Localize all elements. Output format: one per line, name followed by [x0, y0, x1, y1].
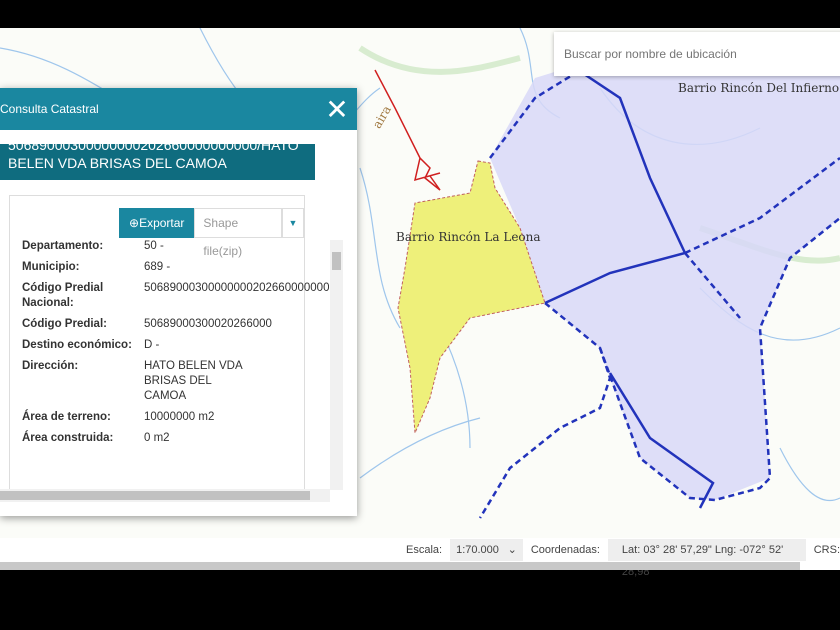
map-label-rincon-del-infierno: Barrio Rincón Del Infierno: [678, 81, 840, 95]
scale-value: 1:70.000: [456, 544, 499, 556]
page-horizontal-scrollbar[interactable]: [0, 562, 840, 570]
panel-header: Consulta Catastral ✕: [0, 88, 357, 130]
row-departamento: Departamento: 50 -: [22, 240, 164, 252]
coords-label: Coordenadas:: [530, 544, 600, 556]
parcel-banner: 50689000300000000202660000000000/HATO BE…: [0, 144, 315, 180]
coords-value: Lat: 03° 28' 57,29" Lng: -072° 52' 28,98…: [607, 539, 806, 578]
banner-line-1: 50689000300000000202660000000000/HATO: [8, 144, 299, 153]
plus-circle-icon: ⊕: [129, 216, 140, 230]
row-destino: Destino económico: D -: [22, 339, 160, 351]
export-label: Exportar: [139, 216, 185, 230]
row-municipio: Municipio: 689 -: [22, 261, 171, 273]
format-select[interactable]: Shape file(zip): [194, 208, 283, 258]
cadastral-query-panel: Consulta Catastral ✕ 5068900030000000020…: [0, 88, 357, 516]
chevron-down-icon: ⌄: [507, 544, 517, 556]
vertical-scrollbar[interactable]: [330, 240, 343, 490]
horizontal-scrollbar[interactable]: [0, 489, 330, 502]
row-direccion: Dirección: HATO BELEN VDA BRISAS DEL CAMO…: [22, 360, 243, 402]
scale-select[interactable]: 1:70.000 ⌄: [450, 539, 523, 561]
zone-polygon: [490, 58, 840, 500]
caret-down-icon[interactable]: ▼: [282, 208, 304, 238]
row-codigo-nacional: Código Predial Nacional: 5068900030000000…: [22, 282, 329, 309]
location-search-input[interactable]: [554, 32, 840, 76]
row-area-construida: Área construida: 0 m2: [22, 432, 170, 444]
banner-line-2: BELEN VDA BRISAS DEL CAMOA: [8, 155, 227, 171]
crs-label: CRS:: [813, 544, 840, 556]
close-icon[interactable]: ✕: [317, 88, 357, 130]
panel-title: Consulta Catastral: [0, 102, 99, 116]
status-bar: Escala: 1:70.000 ⌄ Coordenadas: Lat: 03° …: [0, 538, 840, 578]
row-area-terreno: Área de terreno: 10000000 m2: [22, 411, 215, 423]
scale-label: Escala:: [406, 544, 443, 556]
row-codigo-predial: Código Predial: 50689000300020266000: [22, 318, 272, 330]
export-button[interactable]: ⊕Exportar: [119, 208, 195, 238]
map-label-rincon-la-leona: Barrio Rincón La Leona: [396, 230, 541, 244]
